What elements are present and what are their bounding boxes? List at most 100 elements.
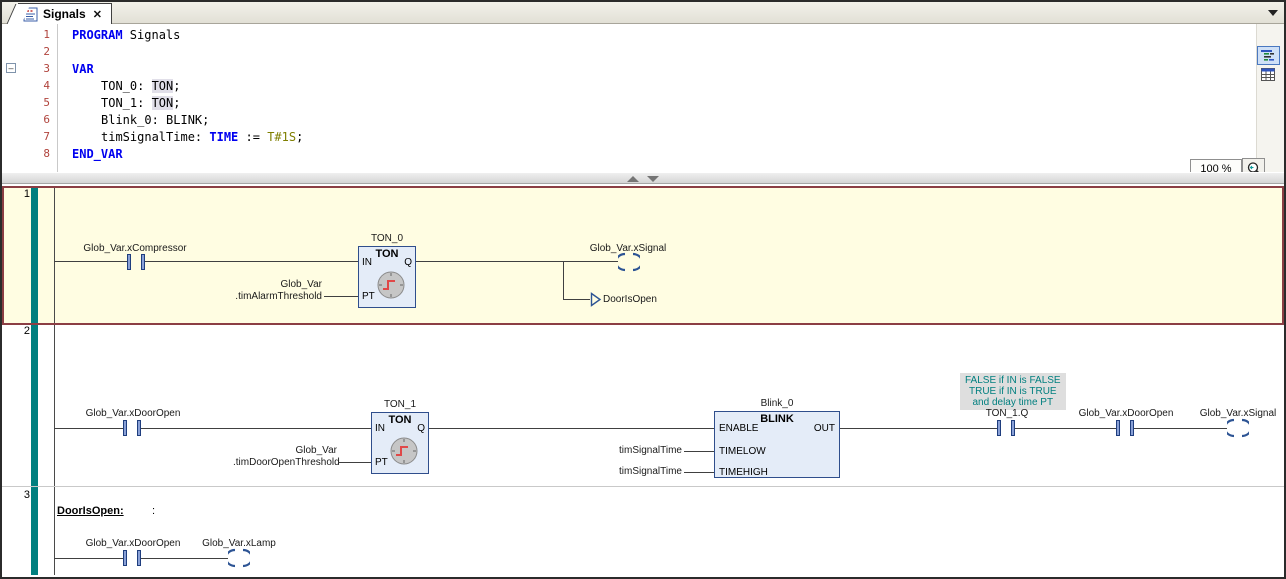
pin-q: Q <box>404 257 412 268</box>
fold-toggle[interactable]: – <box>6 63 16 73</box>
power-rail <box>31 487 38 575</box>
pin-pt: PT <box>362 291 375 302</box>
wire <box>416 261 618 262</box>
pin-out: OUT <box>814 423 835 434</box>
splitter-down-icon[interactable] <box>647 176 659 182</box>
ton-function-block[interactable]: TON IN Q PT <box>371 412 429 474</box>
tab-overflow-arrow-icon[interactable] <box>1268 10 1278 16</box>
codesys-window: Signals ✕ – 1 2 3 4 5 6 7 8 PROGRAM Sign… <box>0 0 1286 579</box>
operand-label[interactable]: Glob_Var .timDoorOpenThreshold <box>233 445 337 469</box>
tab-title: Signals <box>43 7 86 21</box>
wire <box>1134 428 1227 429</box>
contact-bar[interactable] <box>1116 420 1120 436</box>
contact-bar[interactable] <box>127 254 131 270</box>
blink-function-block[interactable]: BLINK ENABLE TIMELOW TIMEHIGH OUT <box>714 411 840 478</box>
declaration-editor[interactable]: – 1 2 3 4 5 6 7 8 PROGRAM Signals VAR TO… <box>2 24 1284 172</box>
line-number: 2 <box>20 45 50 58</box>
left-rail <box>54 487 55 575</box>
contact-label[interactable]: Glob_Var.xDoorOpen <box>1079 408 1174 419</box>
keyword: TIME <box>209 130 238 144</box>
wire <box>563 261 564 300</box>
code-text: TON_1: <box>101 96 152 110</box>
contact-bar[interactable] <box>141 254 145 270</box>
network-label[interactable]: DoorIsOpen: <box>57 505 124 517</box>
time-literal: T#1S <box>267 130 296 144</box>
wire <box>141 558 228 559</box>
contact-label[interactable]: Glob_Var.xDoorOpen <box>86 408 181 419</box>
block-instance-label[interactable]: Blink_0 <box>761 398 794 409</box>
left-rail <box>54 186 55 325</box>
timer-icon <box>389 436 419 466</box>
network-3[interactable]: 3 DoorIsOpen: : Glob_Var.xDoorOpen Glob_… <box>2 487 1284 575</box>
code-line-5: TON_1: TON; <box>72 96 181 110</box>
operand-label[interactable]: timSignalTime <box>592 466 682 478</box>
block-instance-label[interactable]: TON_1 <box>384 399 416 410</box>
code-text: TON_0: <box>101 79 152 93</box>
timer-icon <box>376 270 406 300</box>
keyword: PROGRAM <box>72 28 123 42</box>
ton-function-block[interactable]: TON IN Q PT <box>358 246 416 308</box>
network-number: 1 <box>18 188 30 200</box>
code-text: timSignalTime: <box>101 130 209 144</box>
code-text: := <box>238 130 267 144</box>
tooltip: FALSE if IN is FALSE TRUE if IN is TRUE … <box>960 373 1066 410</box>
tabular-view-icon <box>1261 68 1275 81</box>
wire <box>141 428 371 429</box>
power-rail <box>31 186 38 325</box>
line-number: 5 <box>20 96 50 109</box>
coil[interactable] <box>618 252 640 272</box>
contact-label[interactable]: Glob_Var.xDoorOpen <box>86 538 181 549</box>
splitter-up-icon[interactable] <box>627 176 639 182</box>
pou-icon <box>23 7 38 22</box>
editor-splitter[interactable] <box>2 172 1284 184</box>
textual-view-button[interactable] <box>1257 46 1280 65</box>
line-number: 1 <box>20 28 50 41</box>
line-number: 8 <box>20 147 50 160</box>
close-icon[interactable]: ✕ <box>93 8 102 21</box>
network-1[interactable]: 1 Glob_Var.xCompressor TON_0 TON IN Q PT… <box>2 186 1284 325</box>
textual-view-icon <box>1261 49 1276 62</box>
line-number: 4 <box>20 79 50 92</box>
code-line-1: PROGRAM Signals <box>72 28 180 42</box>
wire <box>1015 428 1116 429</box>
operand-label[interactable]: timSignalTime <box>592 445 682 457</box>
jump-label[interactable]: DoorIsOpen <box>603 294 657 305</box>
left-rail <box>54 323 55 486</box>
wire <box>563 299 590 300</box>
code-line-4: TON_0: TON; <box>72 79 181 93</box>
coil[interactable] <box>1227 418 1249 438</box>
code-line-3: VAR <box>72 62 94 76</box>
contact-bar[interactable] <box>123 420 127 436</box>
tabular-view-button[interactable] <box>1259 66 1277 82</box>
line-number: 7 <box>20 130 50 143</box>
tab-bar: Signals ✕ <box>2 2 1284 24</box>
code-text: ; <box>173 96 180 110</box>
pin-timehigh: TIMEHIGH <box>719 467 768 478</box>
contact-bar[interactable] <box>997 420 1001 436</box>
pin-q: Q <box>417 423 425 434</box>
jump-arrow-icon[interactable] <box>590 292 602 307</box>
pin-enable: ENABLE <box>719 423 758 434</box>
code-line-6: Blink_0: BLINK; <box>72 113 209 127</box>
wire <box>840 428 997 429</box>
coil[interactable] <box>228 548 250 568</box>
contact-label[interactable]: TON_1.Q <box>986 408 1029 419</box>
pin-pt: PT <box>375 457 388 468</box>
wire <box>339 462 371 463</box>
contact-bar[interactable] <box>123 550 127 566</box>
code-text: ; <box>173 79 180 93</box>
network-2[interactable]: 2 Glob_Var.xDoorOpen TON_1 TON IN Q PT G… <box>2 323 1284 487</box>
power-rail <box>31 323 38 486</box>
network-label-colon: : <box>152 505 155 517</box>
code-text: Signals <box>123 28 181 42</box>
gutter-separator <box>57 24 58 172</box>
wire <box>684 451 714 452</box>
block-instance-label[interactable]: TON_0 <box>371 233 403 244</box>
tab-signals[interactable]: Signals ✕ <box>18 3 112 24</box>
operand-label[interactable]: Glob_Var .timAlarmThreshold <box>220 279 322 303</box>
contact-label[interactable]: Glob_Var.xCompressor <box>83 243 186 254</box>
network-number: 2 <box>18 325 30 337</box>
pin-timelow: TIMELOW <box>719 446 766 457</box>
wire <box>54 261 127 262</box>
code-line-7: timSignalTime: TIME := T#1S; <box>72 130 303 144</box>
